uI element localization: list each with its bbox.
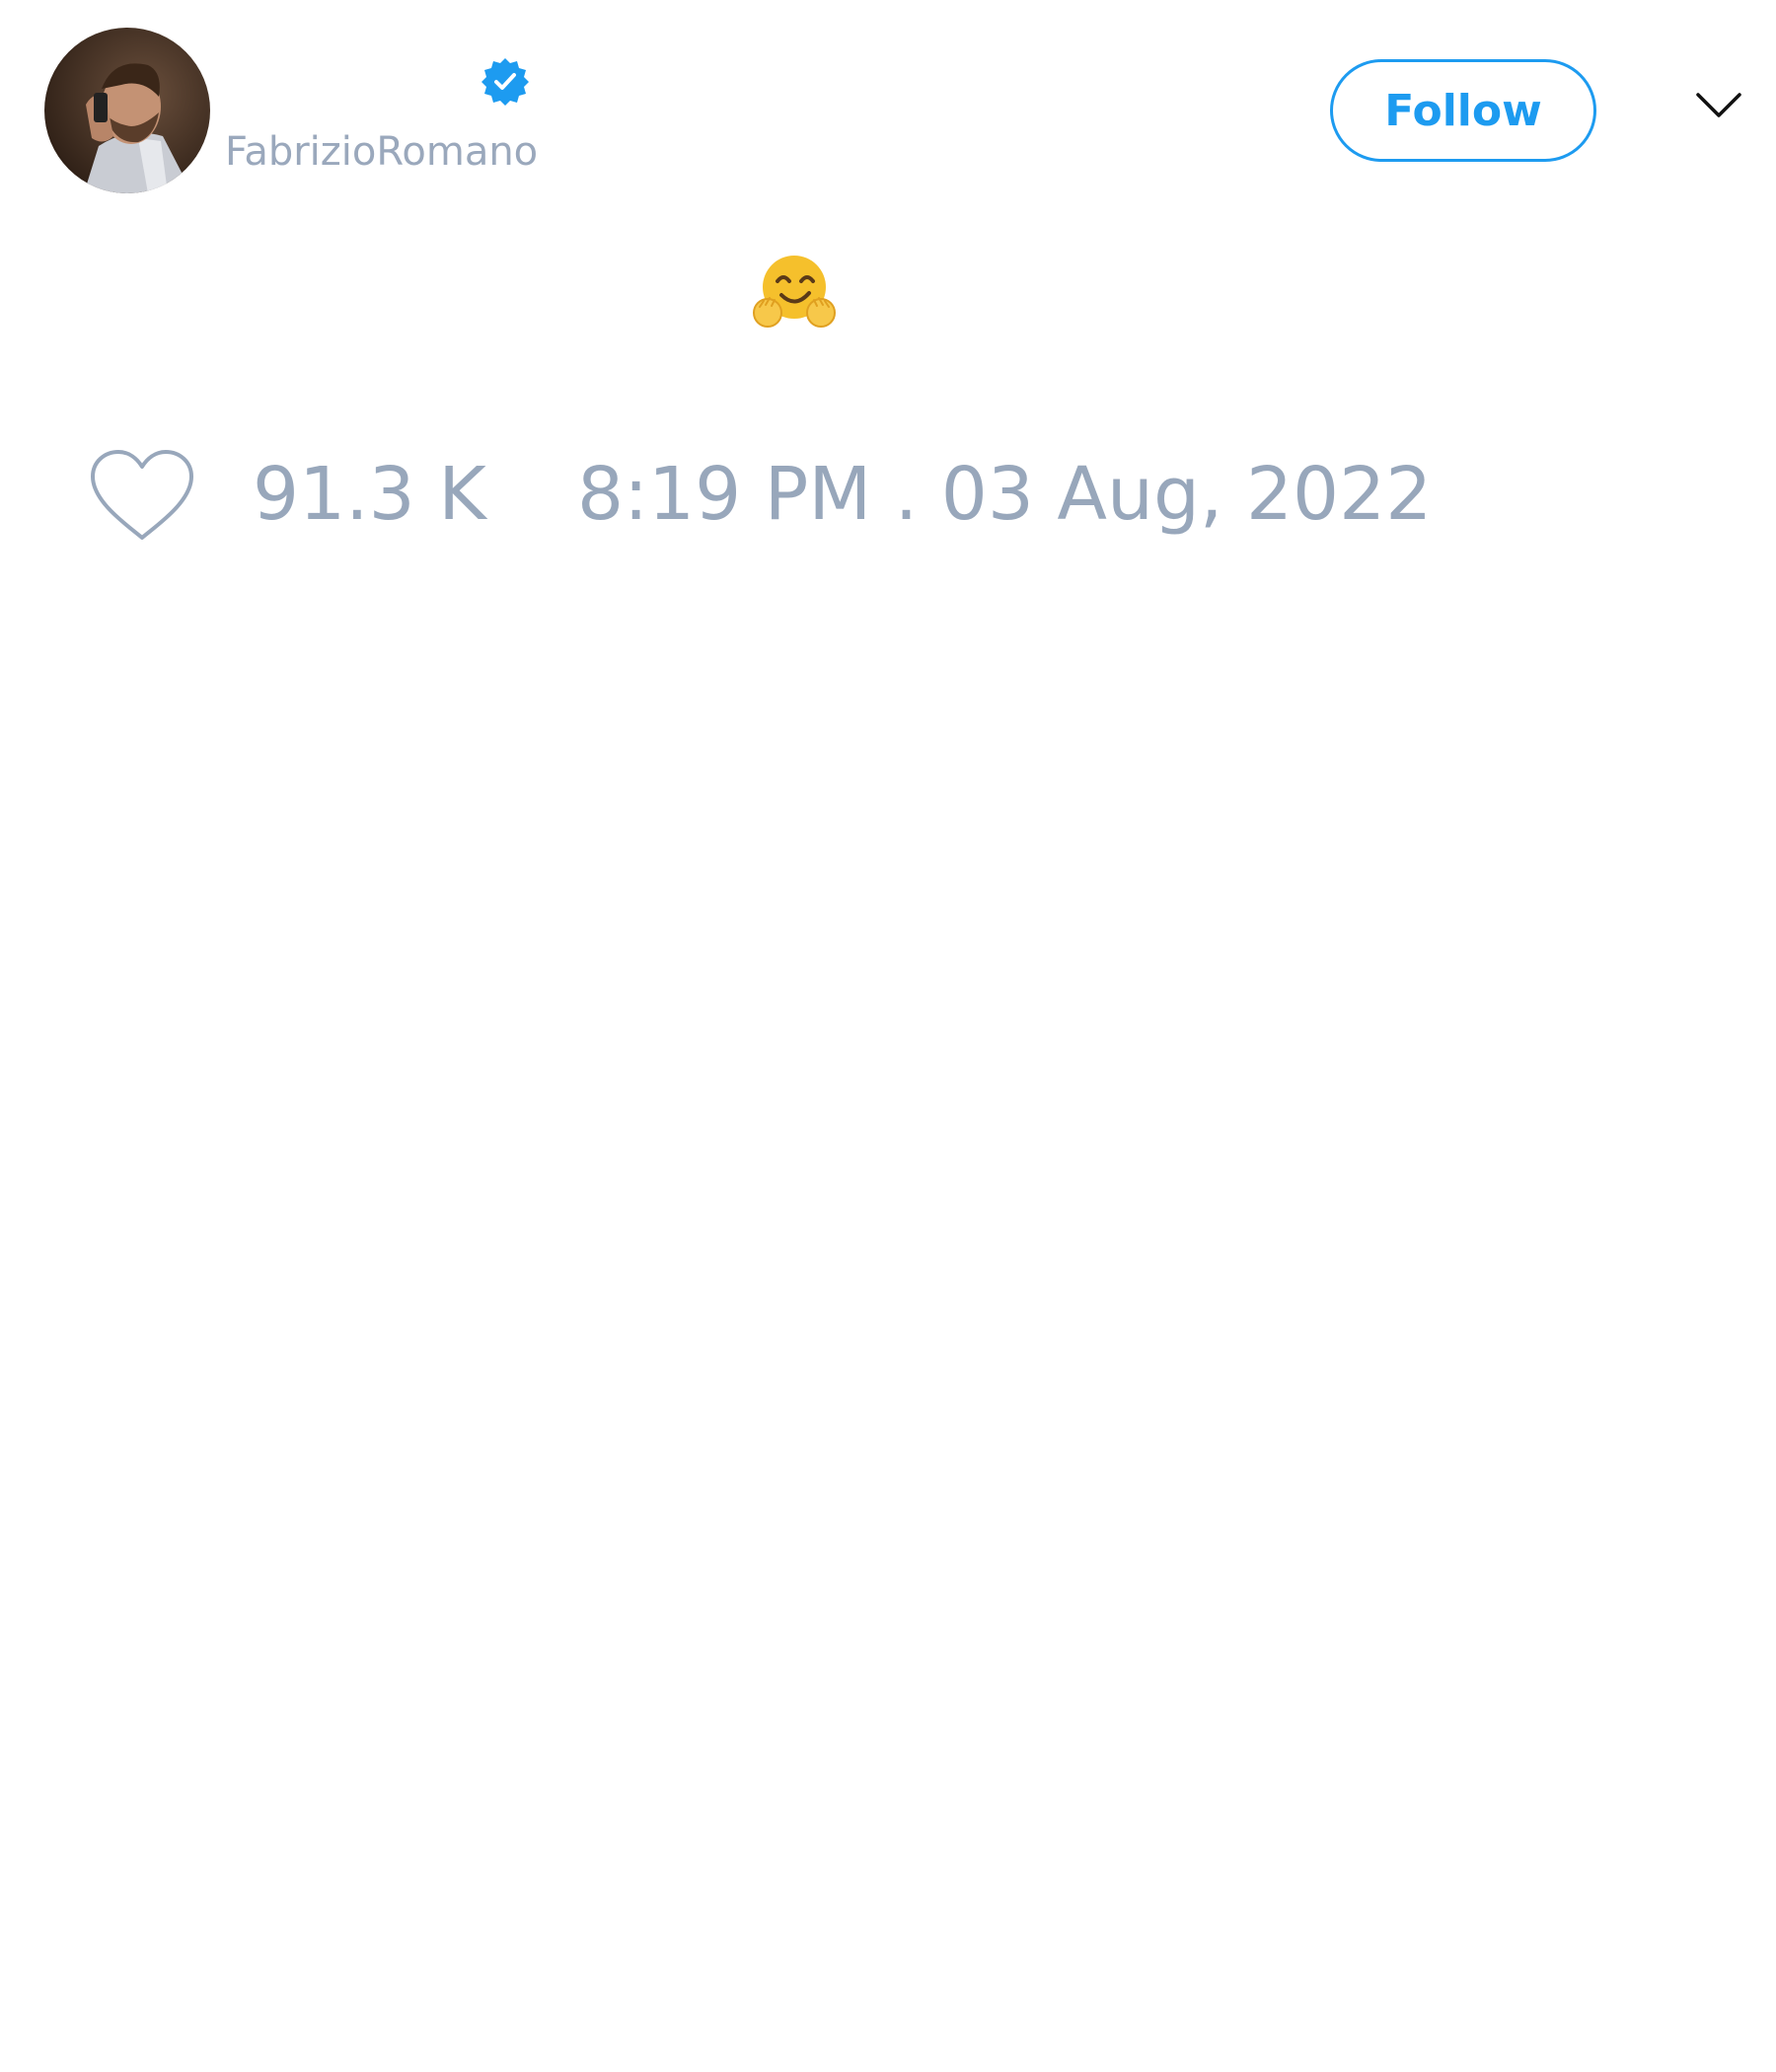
- tweet-card: FabrizioRomano Follow 91.3 K 8:19 PM . 0…: [0, 0, 1776, 2072]
- verified-badge-icon: [481, 58, 529, 106]
- avatar[interactable]: [44, 28, 210, 193]
- author-handle[interactable]: FabrizioRomano: [225, 126, 538, 178]
- like-count: 91.3 K: [253, 452, 486, 537]
- profile-photo-icon: [44, 28, 210, 193]
- heart-icon[interactable]: [89, 449, 195, 543]
- follow-button[interactable]: Follow: [1330, 59, 1596, 162]
- tweet-timestamp[interactable]: 8:19 PM . 03 Aug, 2022: [577, 449, 1432, 540]
- chevron-down-icon[interactable]: [1695, 91, 1742, 120]
- hugging-face-emoji-icon: [753, 256, 836, 328]
